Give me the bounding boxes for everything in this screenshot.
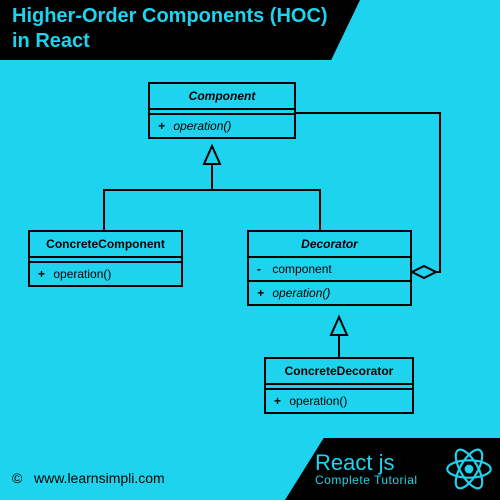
class-operation: + operation() <box>150 115 294 137</box>
class-name: ConcreteComponent <box>30 232 181 258</box>
react-logo-icon <box>444 444 494 494</box>
title-line-2: in React <box>12 30 90 52</box>
operation-name: operation() <box>289 394 347 408</box>
class-name: ConcreteDecorator <box>266 359 412 385</box>
page-title: Higher-Order Components (HOC) in React <box>0 0 360 60</box>
class-attribute: - component <box>249 258 410 280</box>
class-operation: + operation() <box>249 280 410 304</box>
footer-subtitle: Complete Tutorial <box>315 474 418 487</box>
class-operation: + operation() <box>30 263 181 285</box>
class-operation: + operation() <box>266 390 412 412</box>
attribute-name: component <box>272 262 331 276</box>
uml-class-decorator: Decorator - component + operation() <box>247 230 412 306</box>
visibility: + <box>158 119 170 133</box>
footer-title: React js <box>315 451 418 474</box>
uml-class-component: Component + operation() <box>148 82 296 139</box>
visibility: + <box>38 267 50 281</box>
operation-name: operation() <box>272 286 330 300</box>
visibility: + <box>257 286 269 300</box>
operation-name: operation() <box>173 119 231 133</box>
copyright-symbol: © <box>12 470 22 486</box>
title-line-1: Higher-Order Components (HOC) <box>12 5 328 27</box>
copyright: © www.learnsimpli.com <box>12 470 165 486</box>
class-name: Component <box>150 84 294 110</box>
class-name: Decorator <box>249 232 410 258</box>
visibility: - <box>257 262 269 276</box>
uml-class-concrete-component: ConcreteComponent + operation() <box>28 230 183 287</box>
uml-class-concrete-decorator: ConcreteDecorator + operation() <box>264 357 414 414</box>
visibility: + <box>274 394 286 408</box>
operation-name: operation() <box>53 267 111 281</box>
copyright-text: www.learnsimpli.com <box>34 470 165 486</box>
